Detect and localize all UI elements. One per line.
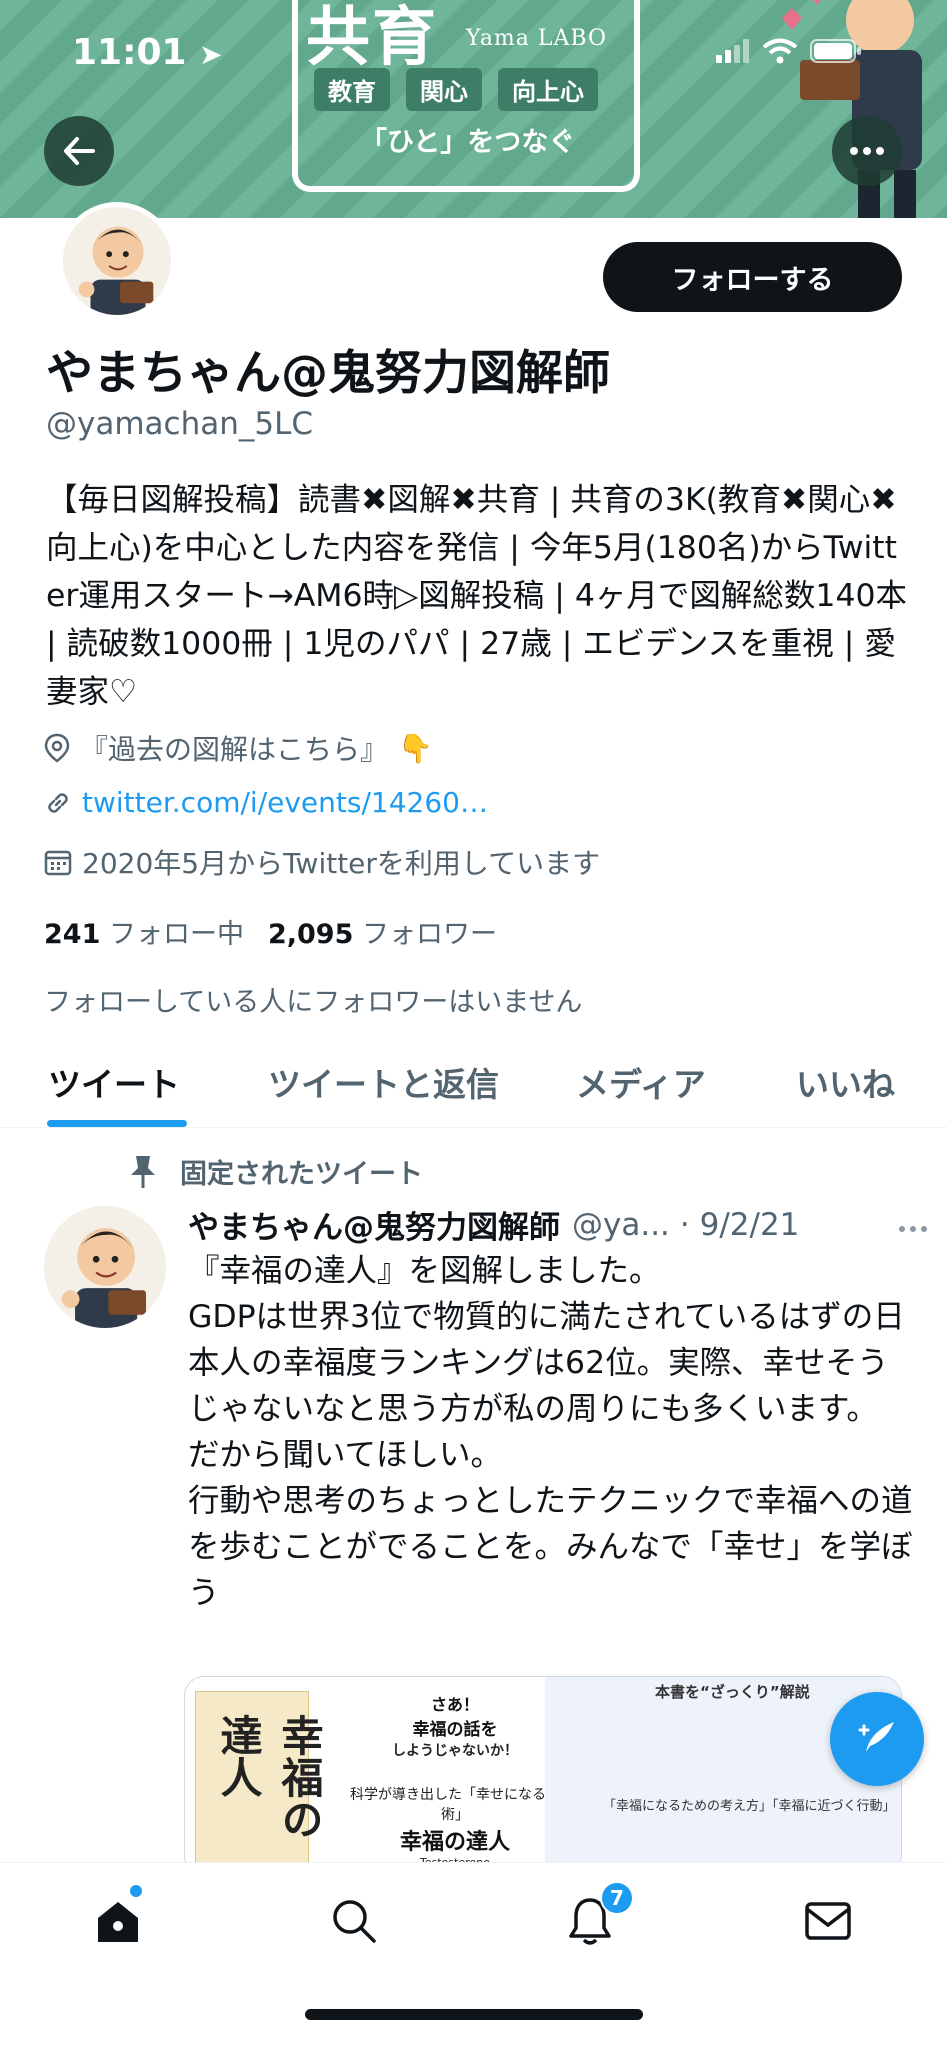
profile-joined-date: 2020年5月からTwitterを利用しています (44, 842, 600, 882)
tweet-media-image[interactable]: 幸福の達人 さあ！ 幸福の話を しようじゃないか！ 科学が導き出した「幸せになる… (184, 1676, 902, 1876)
back-button[interactable] (44, 116, 114, 186)
banner-character-illustration (782, 0, 922, 218)
mutual-followers-note: フォローしている人にフォロワーはいません (44, 987, 583, 1018)
tweet-header: やまちゃん@鬼努力図解師 @ya... · 9/2/21 (188, 1202, 928, 1247)
tweet-text: 『幸福の達人』を図解しました。 GDPは世界3位で物質的に満たされているはずの日… (188, 1253, 913, 1611)
following-count: 241 (44, 919, 101, 950)
profile-website[interactable]: twitter.com/i/events/14260… (44, 786, 488, 819)
tab-tweets[interactable]: ツイート (48, 1058, 180, 1106)
media-lead: さあ！ (430, 1695, 479, 1714)
home-icon (98, 1902, 138, 1942)
signal-icon (716, 39, 749, 63)
profile-display-name: やまちゃん@鬼努力図解師 (46, 346, 610, 401)
profile-bio: 【毎日図解投稿】読書✖図解✖共育 | 共育の3K(教育✖関心✖向上心)を中心とし… (46, 482, 908, 710)
book-cover: 幸福の達人 (195, 1691, 324, 1875)
book-cover-title: 幸福の達人 (214, 1714, 324, 1840)
tab-likes[interactable]: いいね (796, 1058, 895, 1106)
tweet-author-avatar[interactable] (44, 1206, 166, 1328)
notifications-badge: 7 (600, 1881, 634, 1915)
banner-title: 共育 (306, 1, 438, 75)
nav-home[interactable] (88, 1891, 148, 1951)
pointing-down-emoji: 👇 (398, 731, 433, 765)
tweet-date[interactable]: · 9/2/21 (680, 1207, 800, 1243)
home-indicator-bar (305, 2009, 643, 2020)
followers-label: フォロワー (361, 919, 497, 950)
website-link[interactable]: twitter.com/i/events/14260… (82, 786, 488, 819)
banner-tagline: 「ひと」をつなぐ (360, 127, 576, 158)
banner-tag: 教育 (314, 68, 390, 111)
media-caption: 科学が導き出した「幸せになる技術」 (350, 1787, 560, 1823)
profile-handle: @yamachan_5LC (46, 406, 314, 442)
media-line1: 幸福の話を (412, 1720, 498, 1740)
joined-text: 2020年5月からTwitterを利用しています (82, 847, 601, 880)
home-new-indicator (130, 1885, 142, 1897)
mail-icon (805, 1902, 851, 1940)
follow-counts: 241 フォロー中 2,095 フォロワー (44, 912, 497, 951)
banner-tags: 教育 関心 向上心 (314, 68, 598, 111)
tab-media[interactable]: メディア (576, 1058, 706, 1106)
nav-messages[interactable] (798, 1891, 858, 1951)
following-count-link[interactable]: 241 フォロー中 (44, 912, 244, 951)
more-horizontal-icon (850, 147, 884, 155)
calendar-icon (44, 850, 72, 876)
bottom-navigation: 7 (0, 1862, 947, 2048)
wifi-icon (762, 38, 798, 64)
compose-tweet-button[interactable] (830, 1692, 924, 1786)
media-title: 幸福の達人 (399, 1830, 510, 1855)
avatar-illustration (44, 1206, 166, 1328)
profile-avatar[interactable] (58, 202, 176, 320)
tab-tweets-and-replies[interactable]: ツイートと返信 (268, 1058, 499, 1106)
more-options-button[interactable] (832, 116, 902, 186)
arrow-left-icon (64, 137, 95, 165)
location-text: 『過去の図解はこちら』 (80, 733, 389, 766)
search-icon (333, 1900, 376, 1943)
pinned-tweet-label: 固定されたツイート (128, 1152, 423, 1191)
media-diagram-title: 本書を“ざっくり”解説 (655, 1683, 810, 1701)
link-icon (48, 792, 68, 813)
avatar-illustration (63, 207, 171, 315)
location-arrow-icon: ➤ (199, 38, 223, 71)
tweet-author-name[interactable]: やまちゃん@鬼努力図解師 (188, 1202, 560, 1247)
banner-tag: 関心 (406, 68, 482, 111)
following-label: フォロー中 (108, 919, 244, 950)
follow-button[interactable]: フォローする (603, 242, 902, 312)
nav-search[interactable] (324, 1891, 384, 1951)
tweet-more-button[interactable] (898, 1210, 928, 1240)
active-tab-indicator (47, 1120, 187, 1127)
status-icons (716, 38, 862, 64)
media-summary-panel: さあ！ 幸福の話を しようじゃないか！ 科学が導き出した「幸せになる技術」 幸福… (345, 1691, 565, 1869)
media-diagram-subtitle: 「幸福になるための考え方」「幸福に近づく行動」 (603, 1799, 896, 1814)
pinned-text: 固定されたツイート (180, 1159, 423, 1190)
pin-icon (131, 1155, 155, 1188)
media-line2: しようじゃないか！ (392, 1743, 518, 1759)
more-horizontal-icon (899, 1225, 927, 1232)
followers-count-link[interactable]: 2,095 フォロワー (268, 912, 497, 951)
profile-tabs: ツイート ツイートと返信 メディア いいね (0, 1048, 947, 1128)
compose-feather-icon (858, 1722, 894, 1752)
profile-location: 『過去の図解はこちら』 👇 (44, 728, 433, 768)
profile-banner[interactable]: 共育 Yama LABO 教育 関心 向上心 「ひと」をつなぐ 11:01 ➤ (0, 0, 947, 218)
banner-tag: 向上心 (498, 68, 598, 111)
tweet-author-handle[interactable]: @ya... (572, 1207, 670, 1243)
banner-subtitle: Yama LABO (466, 26, 608, 51)
status-time: 11:01 ➤ (72, 32, 223, 73)
battery-icon (810, 39, 861, 63)
followers-count: 2,095 (267, 919, 354, 950)
location-pin-icon (44, 733, 70, 763)
